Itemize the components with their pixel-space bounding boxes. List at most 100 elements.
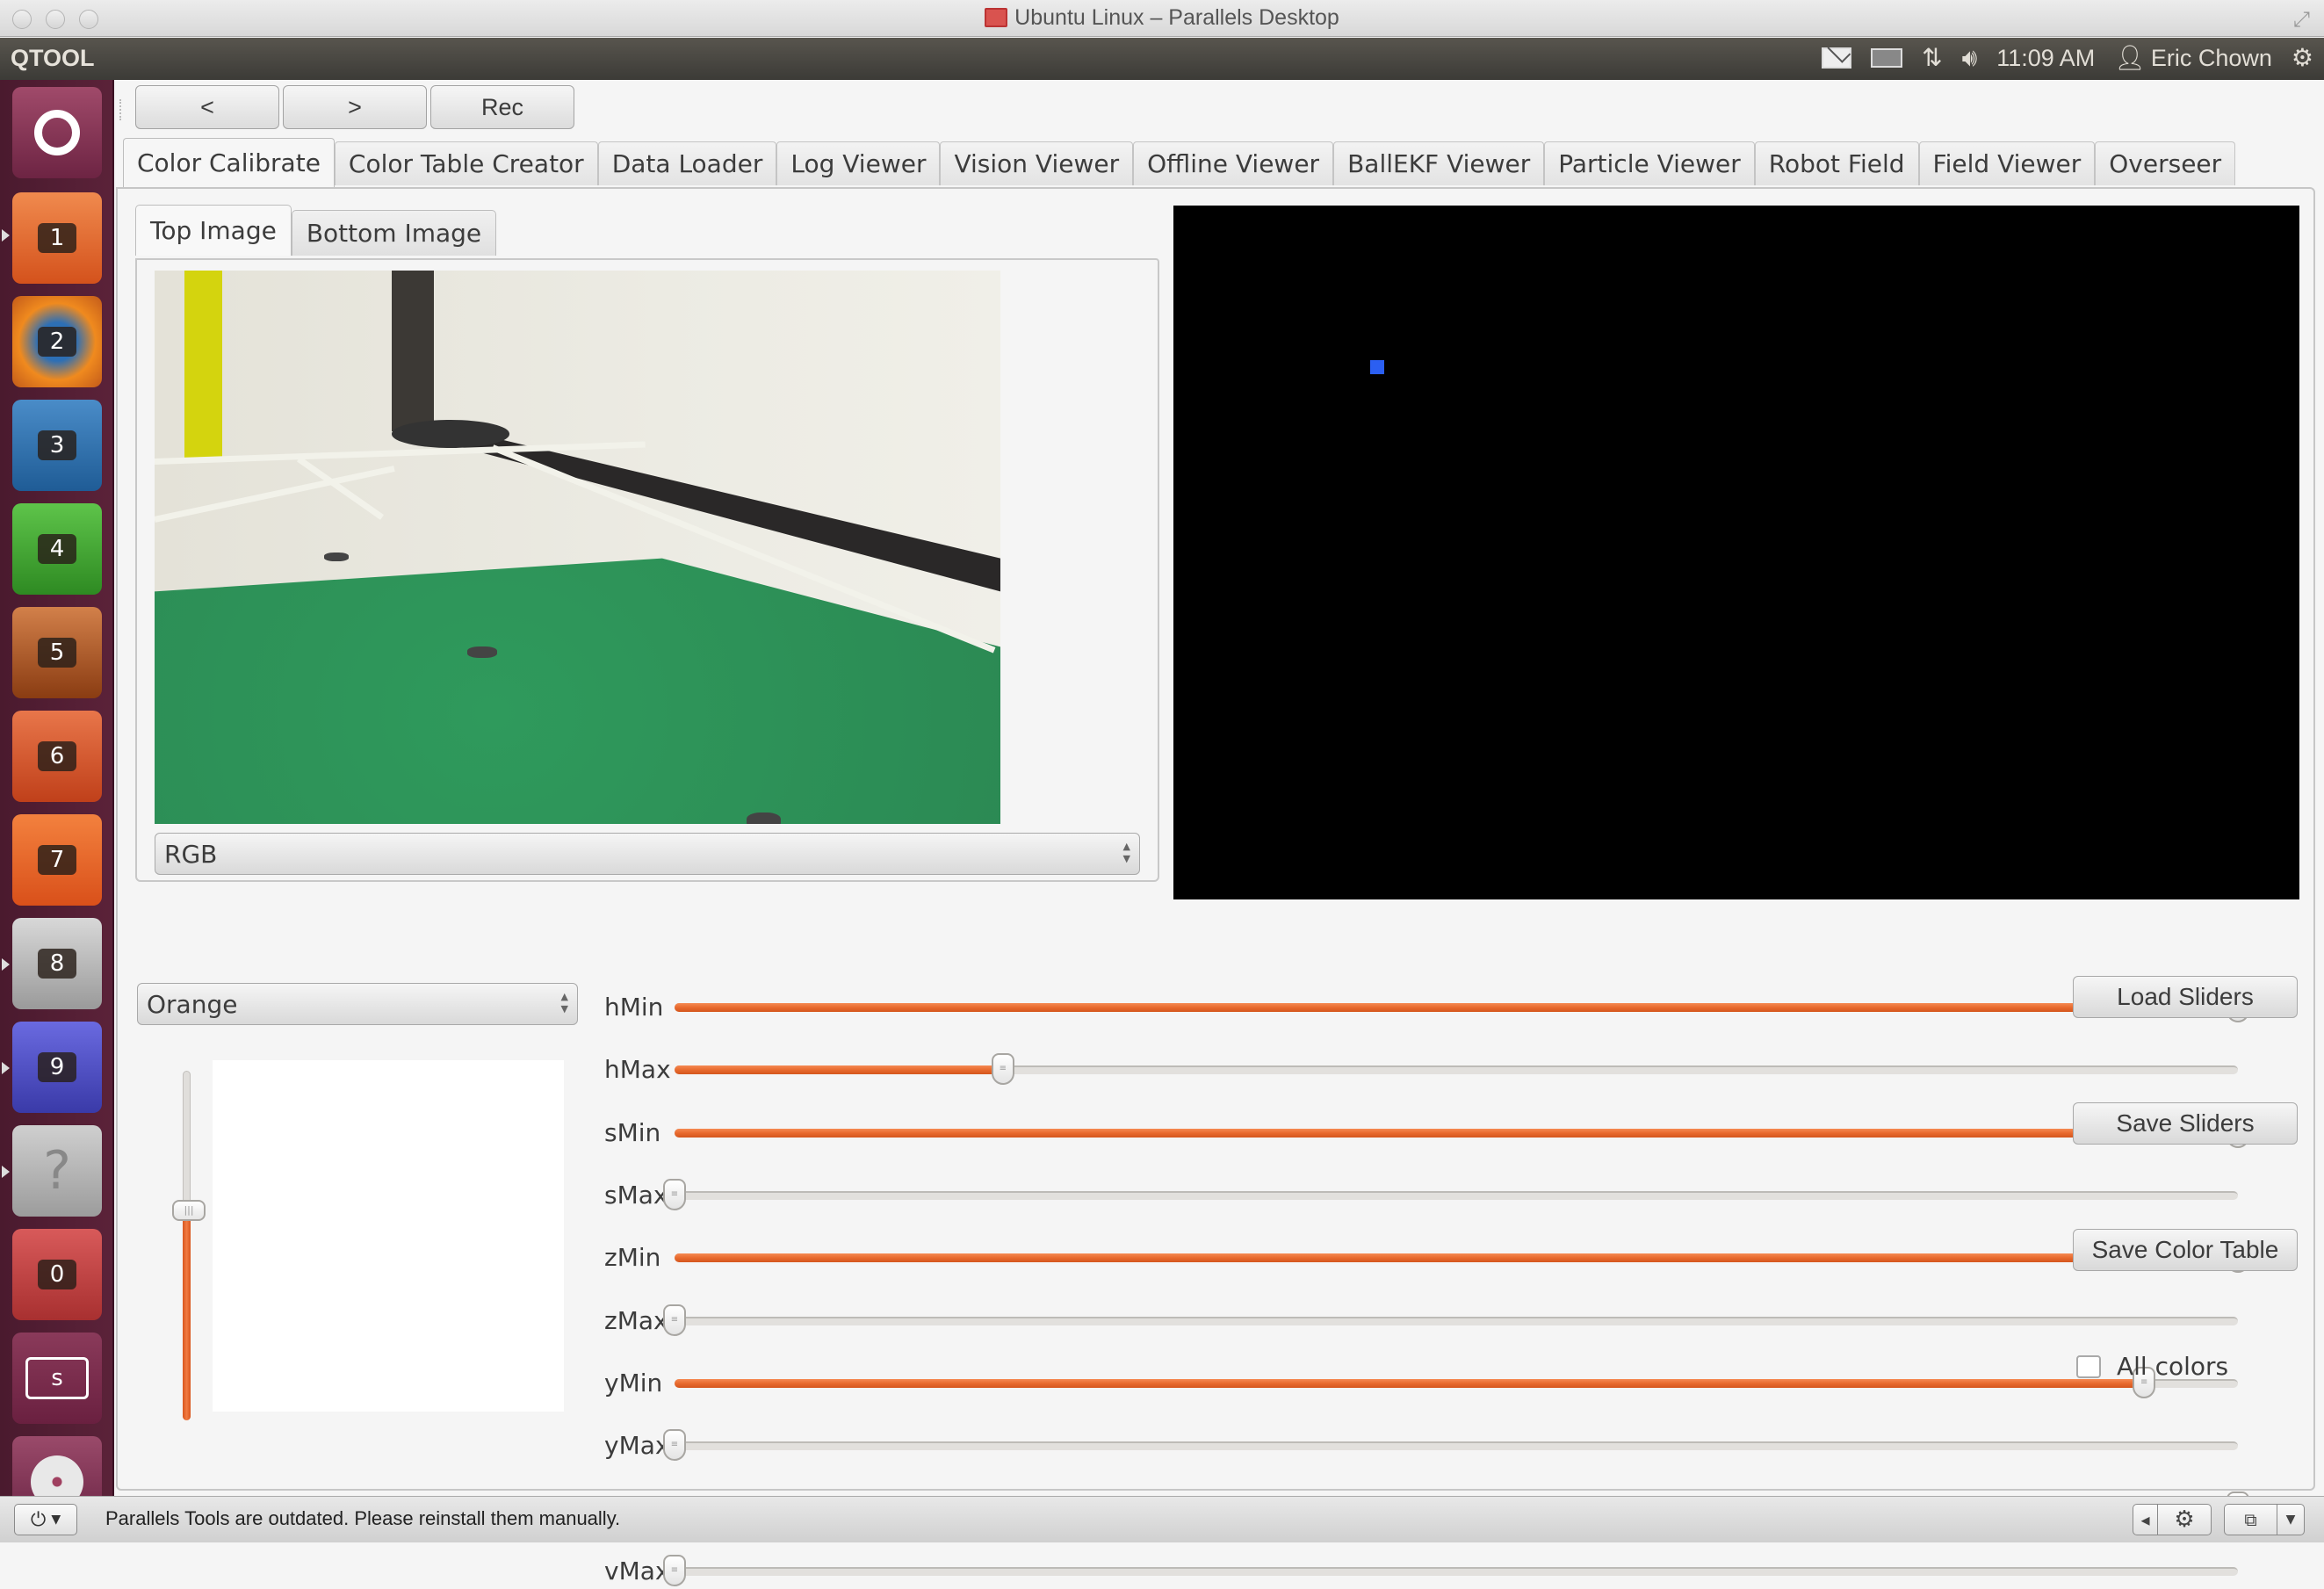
slider-fill (675, 1128, 2238, 1138)
launcher-java-editor[interactable]: 9 (12, 1022, 102, 1113)
previous-button[interactable]: < (135, 85, 279, 129)
smax-slider[interactable]: ≡ (663, 1178, 2238, 1210)
vertical-slider[interactable]: ||| (172, 1071, 206, 1420)
launcher-unknown-app[interactable]: ? (12, 1125, 102, 1217)
record-button[interactable]: Rec (430, 85, 574, 129)
tab-bottom-image[interactable]: Bottom Image (291, 210, 497, 256)
hmax-slider[interactable]: ≡ (675, 1053, 2238, 1086)
camera-floor-spot (323, 553, 350, 561)
launcher-ubuntu-one[interactable]: 7 (12, 814, 102, 906)
tab-log-viewer[interactable]: Log Viewer (776, 141, 941, 185)
tab-color-calibrate[interactable]: Color Calibrate (123, 138, 335, 187)
save-sliders-button[interactable]: Save Sliders (2073, 1102, 2298, 1145)
launcher-files[interactable]: 1 (12, 192, 102, 284)
ymin-slider[interactable]: ≡ (675, 1366, 2238, 1398)
spinner-arrows-icon: ▲ ▼ (560, 991, 568, 1015)
color-output-canvas[interactable] (1173, 206, 2299, 899)
calc-icon: 4 (37, 534, 77, 564)
tab-robot-field[interactable]: Robot Field (1754, 141, 1919, 185)
load-sliders-button[interactable]: Load Sliders (2073, 976, 2298, 1018)
view-dropdown-icon[interactable]: ▼ (2277, 1505, 2304, 1535)
launcher-writer[interactable]: 3 (12, 400, 102, 491)
tab-ballekf-viewer[interactable]: BallEKF Viewer (1333, 141, 1545, 185)
main-tab-bar: Color Calibrate Color Table Creator Data… (123, 138, 2236, 187)
launcher-system-settings[interactable]: 0 (12, 1229, 102, 1320)
tab-color-table-creator[interactable]: Color Table Creator (334, 141, 598, 185)
toolbar-grip[interactable] (119, 99, 125, 120)
settings-wrench-icon: 0 (37, 1260, 77, 1289)
vmax-slider[interactable]: ≡ (663, 1554, 2238, 1586)
slider-row-smax: sMax ≡ (604, 1178, 2238, 1213)
collapse-arrow-icon[interactable]: ◂ (2133, 1505, 2158, 1535)
configure-gear-icon[interactable]: ⚙ (2158, 1505, 2211, 1535)
color-swatch (213, 1060, 564, 1412)
launcher-impress[interactable]: 5 (12, 607, 102, 698)
vertical-slider-thumb[interactable]: ||| (172, 1200, 206, 1222)
image-panel: RGB ▲ ▼ (135, 258, 1159, 882)
config-segment: ◂ ⚙ (2133, 1504, 2212, 1535)
camera-image[interactable] (155, 271, 1000, 824)
slider-label: zMin (604, 1243, 661, 1273)
zmin-slider[interactable]: ≡ (675, 1241, 2249, 1274)
slider-label: sMax (604, 1180, 668, 1210)
launcher-software-center[interactable]: 6 (12, 711, 102, 802)
all-colors-checkbox[interactable] (2076, 1354, 2101, 1378)
volume-icon[interactable]: 🔊︎ (1962, 43, 1978, 73)
battery-icon[interactable] (1871, 48, 1903, 68)
launcher-firefox[interactable]: 2 (12, 296, 102, 387)
window-mode-icon[interactable]: ⧉ (2225, 1505, 2277, 1535)
tab-offline-viewer[interactable]: Offline Viewer (1133, 141, 1334, 185)
running-indicator (2, 229, 10, 242)
network-icon[interactable]: ⇅ (1922, 43, 1942, 73)
image-mode-select[interactable]: RGB ▲ ▼ (155, 833, 1140, 875)
ubuntu-logo-icon (34, 110, 80, 155)
slider-thumb[interactable]: ≡ (991, 1053, 1014, 1086)
qtool-main-window: < > Rec Color Calibrate Color Table Crea… (116, 80, 2324, 1586)
color-select[interactable]: Orange ▲ ▼ (137, 983, 578, 1025)
color-select-value: Orange (147, 989, 238, 1019)
slider-thumb[interactable]: ≡ (663, 1554, 686, 1586)
slider-row-zmax: zMax ≡ (604, 1304, 2238, 1339)
power-icon: ⏻ (30, 1508, 47, 1531)
slider-fill (675, 1003, 2238, 1012)
fullscreen-icon[interactable]: ⤢ (2293, 7, 2310, 32)
running-indicator (2, 1062, 10, 1074)
dropdown-arrow-icon: ▼ (51, 1513, 61, 1527)
hmin-slider[interactable]: ≡ (675, 991, 2249, 1022)
settings-gear-icon[interactable]: ⚙ (2292, 43, 2313, 73)
slider-thumb[interactable]: ≡ (663, 1178, 686, 1210)
image-mode-value: RGB (164, 839, 218, 869)
slider-thumb[interactable]: ≡ (663, 1429, 686, 1462)
tab-top-image[interactable]: Top Image (135, 205, 292, 256)
tab-data-loader[interactable]: Data Loader (597, 141, 777, 185)
clock[interactable]: 11:09 AM (1996, 45, 2095, 72)
smin-slider[interactable]: ≡ (675, 1116, 2249, 1148)
tab-field-viewer[interactable]: Field Viewer (1918, 141, 2096, 185)
launcher: 1 2 3 4 5 6 7 8 9 ? 0 s (0, 80, 114, 1496)
slider-label: zMax (604, 1305, 668, 1335)
slider-thumb[interactable]: ≡ (663, 1304, 686, 1336)
launcher-workspace-switcher[interactable]: s (12, 1333, 102, 1424)
indicator-area: ⇅ 🔊︎ 11:09 AM 👤︎ Eric Chown ⚙ (1822, 43, 2313, 73)
zmax-slider[interactable]: ≡ (663, 1304, 2238, 1336)
next-button[interactable]: > (283, 85, 427, 129)
launcher-dvd-drive[interactable] (12, 1436, 102, 1496)
slider-fill (675, 1065, 1003, 1075)
user-menu[interactable]: 👤︎ Eric Chown (2114, 43, 2272, 73)
launcher-terminal[interactable]: 8 (12, 918, 102, 1009)
launcher-calc[interactable]: 4 (12, 503, 102, 595)
save-color-table-button[interactable]: Save Color Table (2073, 1229, 2298, 1271)
tab-overseer[interactable]: Overseer (2095, 141, 2236, 185)
ymax-slider[interactable]: ≡ (663, 1429, 2238, 1462)
running-indicator (2, 958, 10, 971)
mail-icon[interactable] (1822, 47, 1852, 69)
tab-vision-viewer[interactable]: Vision Viewer (940, 141, 1134, 185)
view-mode-segment: ⧉ ▼ (2224, 1504, 2305, 1535)
camera-goal-post (184, 271, 223, 459)
all-colors-option[interactable]: All colors (2076, 1352, 2228, 1381)
tab-particle-viewer[interactable]: Particle Viewer (1544, 141, 1755, 185)
launcher-dash-home[interactable] (12, 87, 102, 178)
software-center-icon: 6 (37, 741, 77, 771)
power-menu-button[interactable]: ⏻ ▼ (14, 1504, 77, 1535)
impress-icon: 5 (37, 638, 77, 668)
